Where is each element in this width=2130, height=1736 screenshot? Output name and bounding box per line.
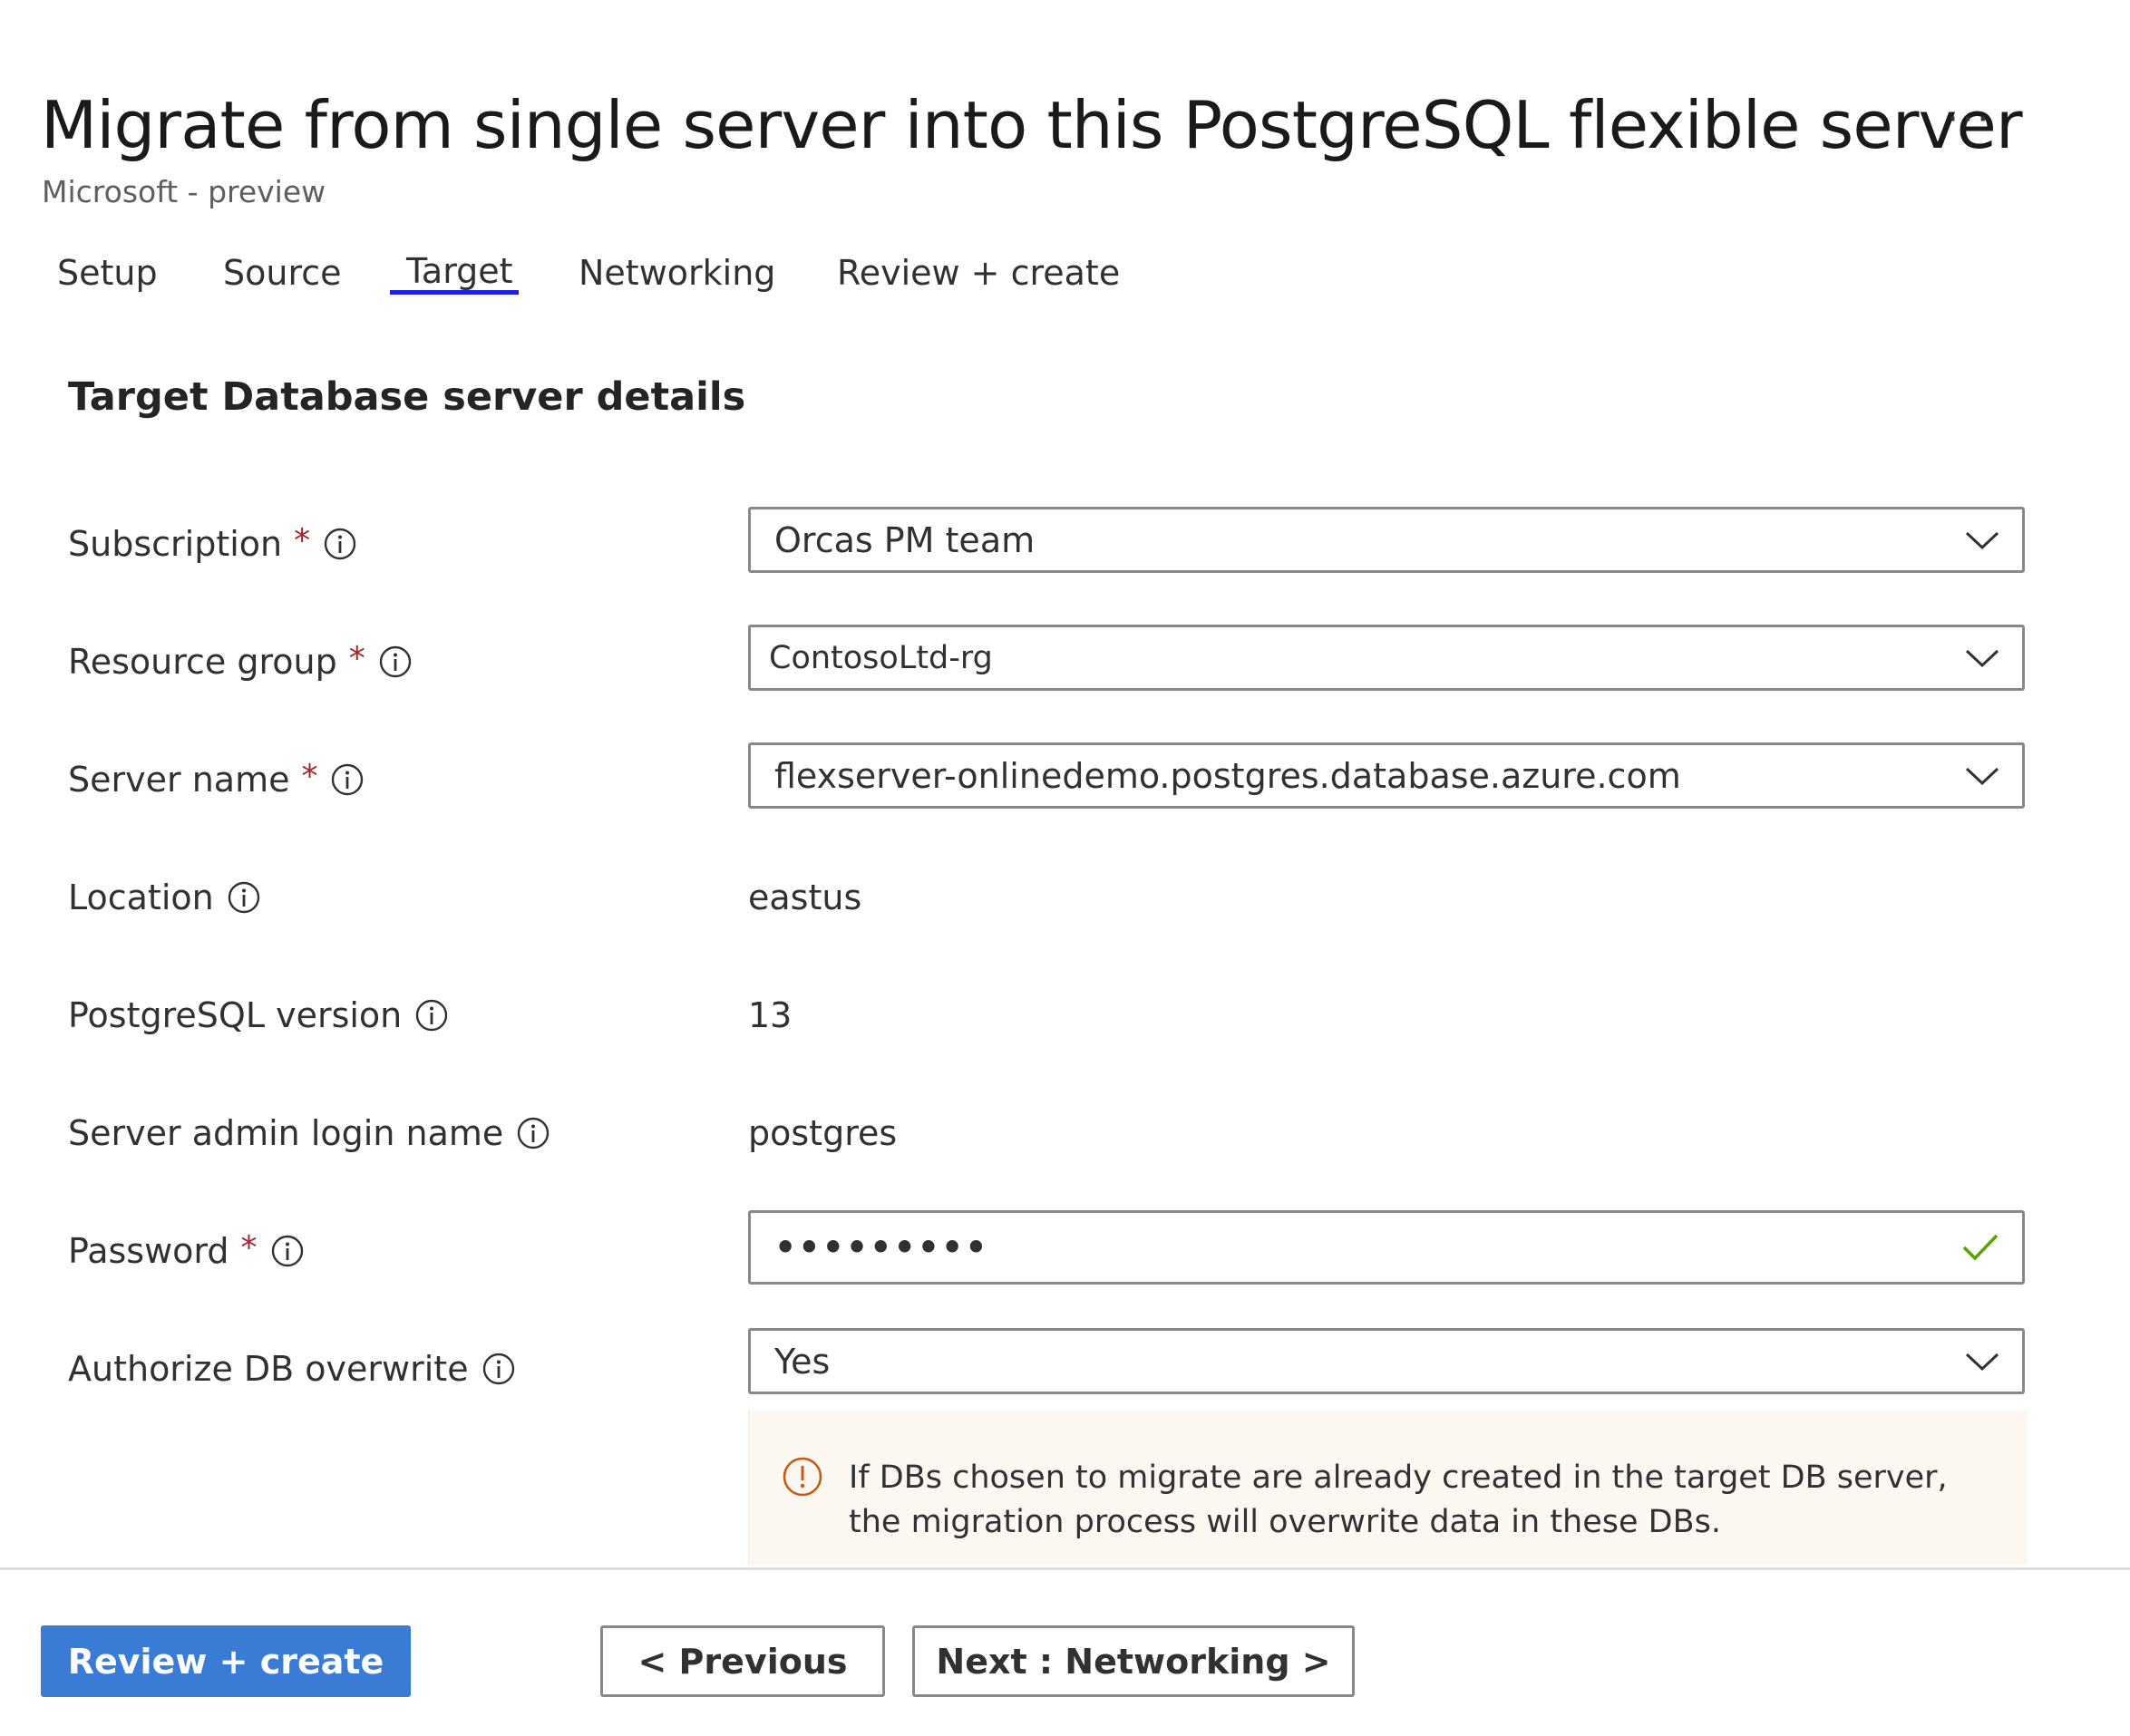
required-marker: * <box>301 757 318 795</box>
authorize-overwrite-label: Authorize DB overwrite <box>68 1342 516 1396</box>
postgresql-version-label: PostgreSQL version <box>68 988 449 1043</box>
info-icon[interactable] <box>481 1352 516 1386</box>
more-options-button[interactable]: ··· <box>1947 102 1992 138</box>
server-name-dropdown[interactable]: flexserver-onlinedemo.postgres.database.… <box>748 742 2025 809</box>
subscription-value: Orcas PM team <box>774 519 1036 560</box>
postgresql-version-label-text: PostgreSQL version <box>68 995 403 1035</box>
info-icon[interactable] <box>227 880 261 915</box>
location-label: Location <box>68 870 261 925</box>
admin-login-label-text: Server admin login name <box>68 1113 504 1153</box>
tab-source[interactable]: Source <box>223 249 342 296</box>
tab-setup[interactable]: Setup <box>57 249 158 296</box>
section-title: Target Database server details <box>68 374 746 420</box>
checkmark-icon <box>1962 1234 1999 1261</box>
chevron-down-icon <box>1965 649 1999 667</box>
tab-networking[interactable]: Networking <box>579 249 775 296</box>
info-icon[interactable] <box>378 645 413 679</box>
resource-group-label-text: Resource group <box>68 642 337 682</box>
page-subtitle: Microsoft - preview <box>42 174 326 209</box>
info-icon[interactable] <box>516 1116 550 1150</box>
subscription-label: Subscription * <box>68 517 357 571</box>
resource-group-value: ContosoLtd-rg <box>769 639 993 676</box>
authorize-overwrite-label-text: Authorize DB overwrite <box>68 1349 469 1389</box>
review-create-button[interactable]: Review + create <box>41 1625 411 1697</box>
admin-login-value: postgres <box>748 1113 898 1153</box>
next-networking-button[interactable]: Next : Networking > <box>912 1625 1355 1697</box>
info-icon[interactable] <box>330 762 365 797</box>
server-name-label: Server name * <box>68 752 365 807</box>
subscription-label-text: Subscription <box>68 524 283 564</box>
chevron-down-icon <box>1965 767 1999 785</box>
chevron-down-icon <box>1965 1353 1999 1371</box>
active-tab-indicator <box>390 290 519 295</box>
tab-target[interactable]: Target <box>406 247 513 295</box>
tab-review-create[interactable]: Review + create <box>837 249 1120 296</box>
server-name-label-text: Server name <box>68 760 290 800</box>
postgresql-version-value: 13 <box>748 995 793 1035</box>
required-marker: * <box>348 639 365 677</box>
authorize-overwrite-dropdown[interactable]: Yes <box>748 1328 2025 1394</box>
resource-group-dropdown[interactable]: ContosoLtd-rg <box>748 625 2025 691</box>
password-value: ••••••••• <box>774 1227 989 1267</box>
password-label-text: Password <box>68 1231 229 1271</box>
previous-button[interactable]: < Previous <box>600 1625 885 1697</box>
overwrite-warning-text: If DBs chosen to migrate are already cre… <box>849 1460 1948 1540</box>
info-icon[interactable] <box>270 1234 305 1268</box>
chevron-down-icon <box>1965 531 1999 549</box>
subscription-dropdown[interactable]: Orcas PM team <box>748 507 2025 573</box>
footer-divider <box>0 1567 2130 1570</box>
server-name-value: flexserver-onlinedemo.postgres.database.… <box>774 755 1681 796</box>
page-title: Migrate from single server into this Pos… <box>41 87 2023 163</box>
resource-group-label: Resource group * <box>68 635 413 689</box>
location-value: eastus <box>748 878 862 917</box>
password-label: Password * <box>68 1224 305 1278</box>
required-marker: * <box>240 1228 258 1266</box>
info-icon[interactable] <box>414 998 449 1033</box>
authorize-overwrite-value: Yes <box>774 1341 831 1382</box>
password-input[interactable]: ••••••••• <box>748 1210 2025 1285</box>
warning-info-icon <box>783 1457 822 1497</box>
admin-login-label: Server admin login name <box>68 1106 550 1160</box>
location-label-text: Location <box>68 878 214 917</box>
info-icon[interactable] <box>323 527 357 561</box>
required-marker: * <box>294 521 311 559</box>
